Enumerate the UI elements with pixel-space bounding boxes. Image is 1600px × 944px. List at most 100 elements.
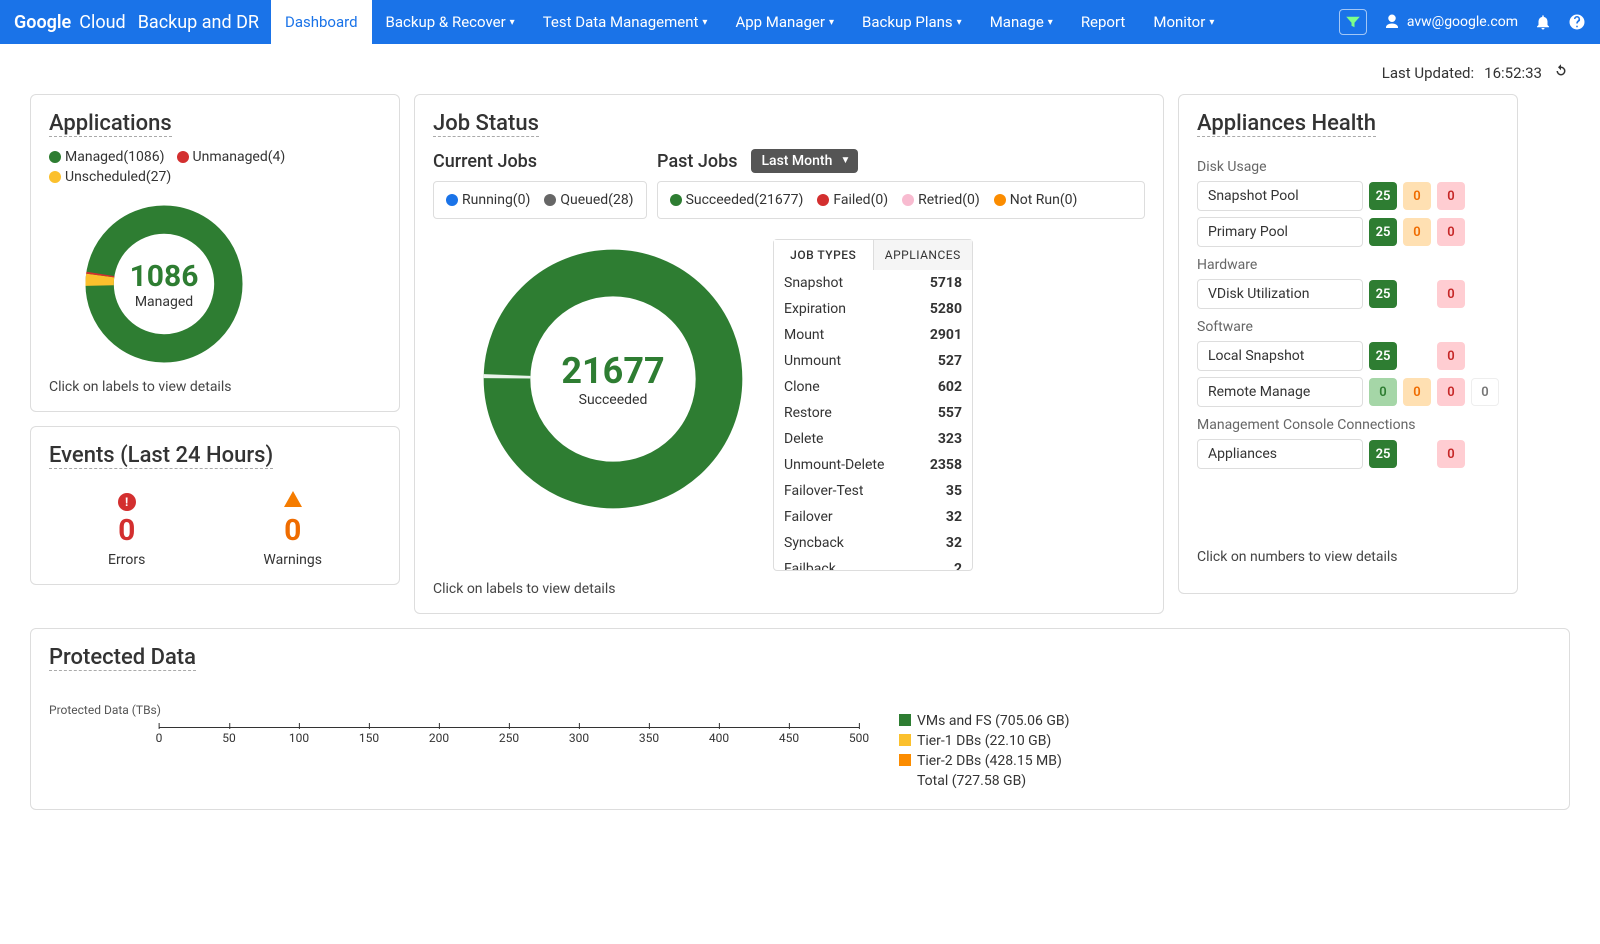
job-type-row[interactable]: Mount2901 xyxy=(774,322,972,348)
applications-center-value: 1086 xyxy=(130,259,199,294)
ah-row: Appliances25 0 xyxy=(1197,439,1499,469)
ah-section-label: Hardware xyxy=(1197,257,1499,273)
job-type-row[interactable]: Failover32 xyxy=(774,504,972,530)
ah-pill-ok[interactable]: 25 xyxy=(1369,280,1397,308)
job-type-row[interactable]: Failover-Test35 xyxy=(774,478,972,504)
nav-backup-plans[interactable]: Backup Plans▾ xyxy=(848,0,976,44)
ah-pill-warn[interactable]: 0 xyxy=(1403,218,1431,246)
ah-pill-err[interactable]: 0 xyxy=(1437,342,1465,370)
chip-running[interactable]: Running(0) xyxy=(446,192,530,208)
axis-tick: 300 xyxy=(569,723,589,737)
job-type-row[interactable]: Syncback32 xyxy=(774,530,972,556)
chevron-down-icon: ▾ xyxy=(702,17,707,28)
job-types-list[interactable]: Snapshot5718Expiration5280Mount2901Unmou… xyxy=(774,270,972,570)
nav-dashboard[interactable]: Dashboard xyxy=(271,0,372,44)
ah-section-label: Disk Usage xyxy=(1197,159,1499,175)
chevron-down-icon: ▾ xyxy=(1048,17,1053,28)
job-type-row[interactable]: Expiration5280 xyxy=(774,296,972,322)
appliances-hint: Click on numbers to view details xyxy=(1197,549,1499,565)
last-updated-label: Last Updated: xyxy=(1382,64,1474,82)
jobs-hint: Click on labels to view details xyxy=(433,581,1145,597)
job-type-row[interactable]: Delete323 xyxy=(774,426,972,452)
legend-unmanaged[interactable]: Unmanaged(4) xyxy=(177,149,286,165)
events-errors[interactable]: ! 0 Errors xyxy=(108,491,145,568)
warning-icon xyxy=(284,491,302,507)
ah-pill-err[interactable]: 0 xyxy=(1437,440,1465,468)
axis-tick: 350 xyxy=(639,723,659,737)
chip-retried[interactable]: Retried(0) xyxy=(902,192,980,208)
legend-unscheduled[interactable]: Unscheduled(27) xyxy=(49,169,171,185)
applications-donut[interactable]: 1086 Managed xyxy=(79,199,249,369)
ah-row-name[interactable]: Primary Pool xyxy=(1197,217,1363,247)
refresh-icon xyxy=(1552,62,1570,80)
ah-pill-ok[interactable]: 25 xyxy=(1369,182,1397,210)
tab-appliances[interactable]: APPLIANCES xyxy=(874,240,973,270)
ah-row-name[interactable]: Snapshot Pool xyxy=(1197,181,1363,211)
jobs-center-value: 21677 xyxy=(561,350,664,392)
ah-pill-ok[interactable]: 25 xyxy=(1369,440,1397,468)
ah-pill-err[interactable]: 0 xyxy=(1437,280,1465,308)
chip-notrun[interactable]: Not Run(0) xyxy=(994,192,1078,208)
nav-backup-recover[interactable]: Backup & Recover▾ xyxy=(372,0,529,44)
job-type-row[interactable]: Unmount-Delete2358 xyxy=(774,452,972,478)
nav-test-data[interactable]: Test Data Management▾ xyxy=(529,0,722,44)
legend-t2[interactable]: Tier-2 DBs (428.15 MB) xyxy=(899,753,1070,769)
google-logo: Google xyxy=(14,12,71,33)
nav-report[interactable]: Report xyxy=(1067,0,1140,44)
chip-failed[interactable]: Failed(0) xyxy=(817,192,888,208)
ah-pill-warn[interactable]: 0 xyxy=(1403,182,1431,210)
refresh-button[interactable] xyxy=(1552,62,1570,84)
chevron-down-icon: ▾ xyxy=(1209,17,1214,28)
product-name: Backup and DR xyxy=(138,12,259,33)
ah-row-name[interactable]: Appliances xyxy=(1197,439,1363,469)
legend-vms[interactable]: VMs and FS (705.06 GB) xyxy=(899,713,1070,729)
events-card: Events (Last 24 Hours) ! 0 Errors 0 Warn… xyxy=(30,426,400,585)
job-type-row[interactable]: Restore557 xyxy=(774,400,972,426)
last-updated-time: 16:52:33 xyxy=(1484,64,1542,82)
bell-icon[interactable] xyxy=(1534,13,1552,31)
nav-manage[interactable]: Manage▾ xyxy=(976,0,1067,44)
ah-row-name[interactable]: VDisk Utilization xyxy=(1197,279,1363,309)
axis-tick: 150 xyxy=(359,723,379,737)
job-type-row[interactable]: Snapshot5718 xyxy=(774,270,972,296)
cloud-label: Cloud xyxy=(79,12,125,33)
ah-pill-warn[interactable]: 0 xyxy=(1403,378,1431,406)
job-types-panel: JOB TYPES APPLIANCES Snapshot5718Expirat… xyxy=(773,239,973,571)
protected-axis-label: Protected Data (TBs) xyxy=(49,703,859,717)
ah-section-label: Management Console Connections xyxy=(1197,417,1499,433)
chip-succeeded[interactable]: Succeeded(21677) xyxy=(670,192,804,208)
nav-app-manager[interactable]: App Manager▾ xyxy=(721,0,848,44)
ah-pill-ok[interactable]: 0 xyxy=(1369,378,1397,406)
applications-center-label: Managed xyxy=(135,294,193,310)
chip-queued[interactable]: Queued(28) xyxy=(544,192,633,208)
ah-pill-err[interactable]: 0 xyxy=(1437,182,1465,210)
ah-pill-ok[interactable]: 25 xyxy=(1369,218,1397,246)
help-icon[interactable] xyxy=(1568,13,1586,31)
job-type-row[interactable]: Failback2 xyxy=(774,556,972,570)
tab-job-types[interactable]: JOB TYPES xyxy=(774,240,874,270)
ah-row-name[interactable]: Local Snapshot xyxy=(1197,341,1363,371)
filter-button[interactable] xyxy=(1339,9,1367,35)
ah-row: Remote Manage0000 xyxy=(1197,377,1499,407)
ah-pill-extra[interactable]: 0 xyxy=(1471,378,1499,406)
chevron-down-icon: ▾ xyxy=(957,17,962,28)
ah-row-name[interactable]: Remote Manage xyxy=(1197,377,1363,407)
job-type-row[interactable]: Clone602 xyxy=(774,374,972,400)
appliances-health-card: Appliances Health Disk UsageSnapshot Poo… xyxy=(1178,94,1518,594)
legend-t1[interactable]: Tier-1 DBs (22.10 GB) xyxy=(899,733,1070,749)
events-warnings[interactable]: 0 Warnings xyxy=(263,491,322,568)
nav-monitor[interactable]: Monitor▾ xyxy=(1139,0,1228,44)
job-type-row[interactable]: Unmount527 xyxy=(774,348,972,374)
applications-hint: Click on labels to view details xyxy=(49,379,381,395)
legend-managed[interactable]: Managed(1086) xyxy=(49,149,165,165)
ah-pill-err[interactable]: 0 xyxy=(1437,218,1465,246)
ah-row: Local Snapshot25 0 xyxy=(1197,341,1499,371)
user-menu[interactable]: avw@google.com xyxy=(1383,13,1518,31)
job-status-title: Job Status xyxy=(433,111,539,137)
axis-tick: 250 xyxy=(499,723,519,737)
jobs-donut[interactable]: 21677 Succeeded xyxy=(473,239,753,519)
warnings-label: Warnings xyxy=(263,552,322,568)
ah-pill-ok[interactable]: 25 xyxy=(1369,342,1397,370)
past-jobs-range-dropdown[interactable]: Last Month xyxy=(751,149,858,173)
ah-pill-err[interactable]: 0 xyxy=(1437,378,1465,406)
